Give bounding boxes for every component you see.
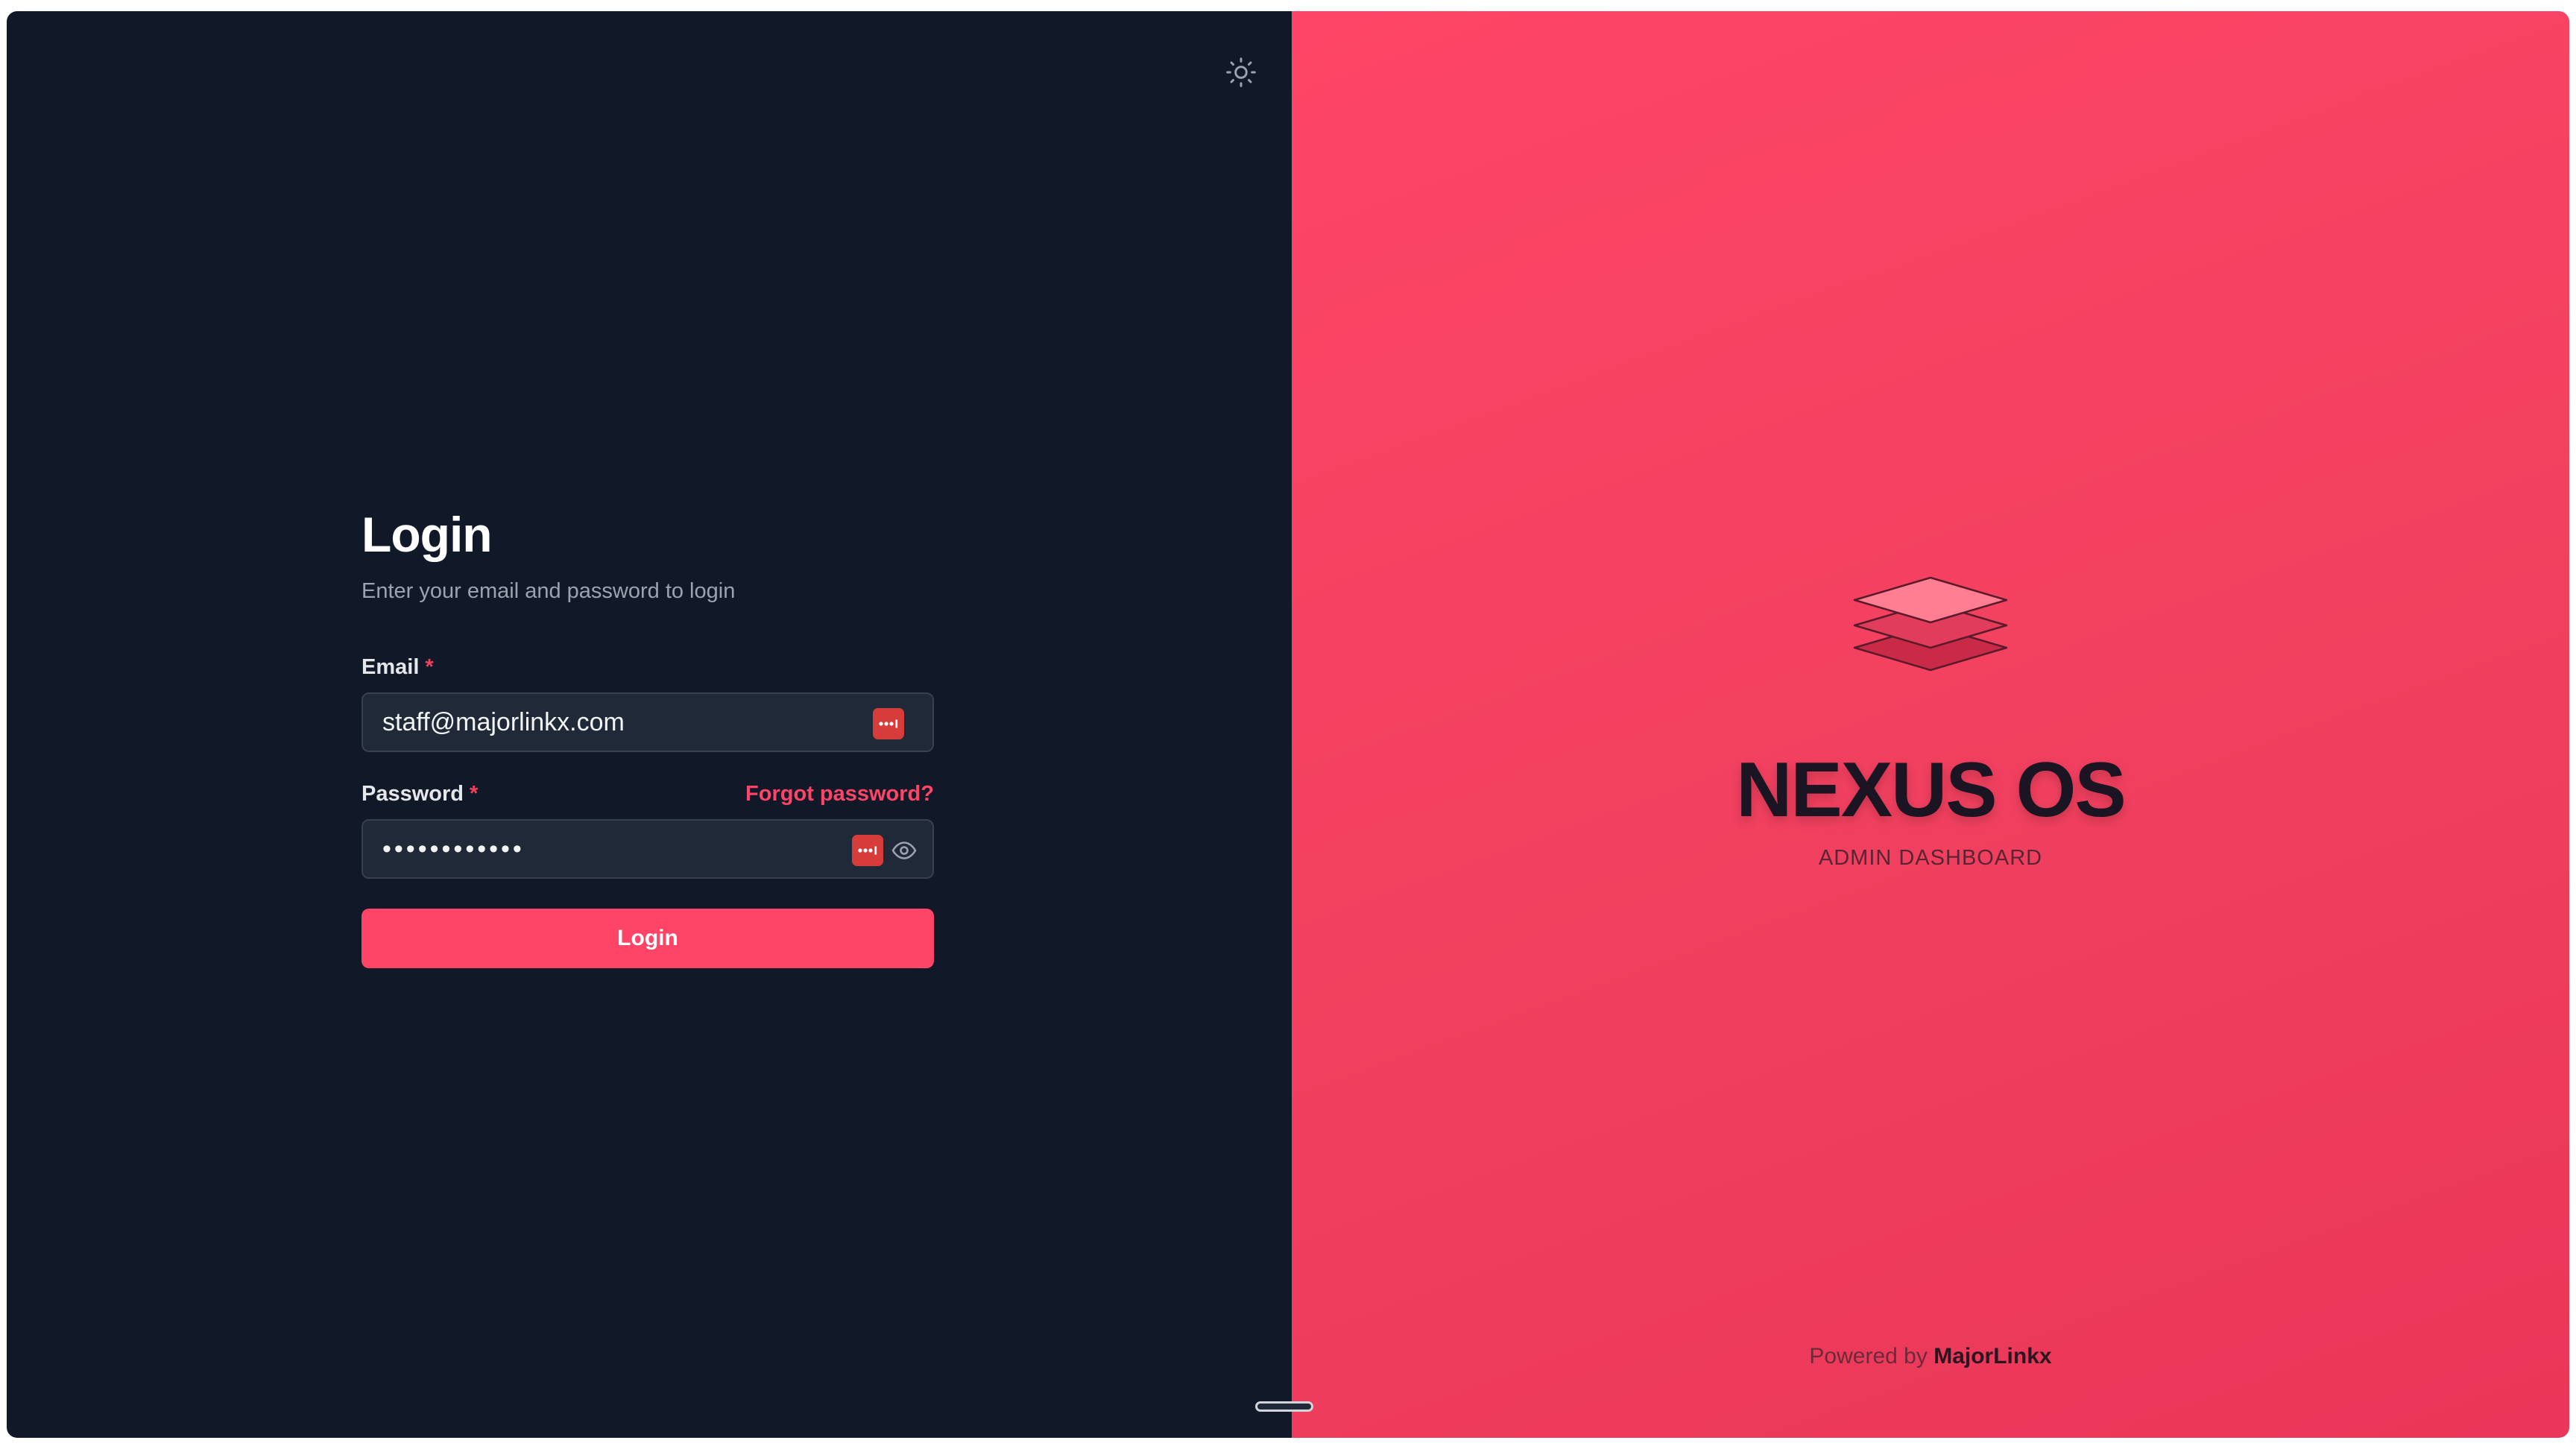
login-button[interactable]: Login <box>362 909 934 968</box>
email-label-row: Email * <box>362 652 934 682</box>
password-manager-icon[interactable] <box>852 835 883 866</box>
brand-panel: NEXUS OS ADMIN DASHBOARD Powered by Majo… <box>1292 11 2569 1438</box>
dots-icon <box>879 719 898 728</box>
eye-icon[interactable] <box>891 837 918 864</box>
panel-resize-handle[interactable] <box>1255 1401 1313 1412</box>
layers-logo-icon <box>1853 576 2008 672</box>
email-field[interactable] <box>363 694 932 751</box>
password-field[interactable] <box>363 821 932 877</box>
login-form: Login Enter your email and password to l… <box>362 503 934 968</box>
email-field-container <box>362 692 934 752</box>
theme-toggle-button[interactable] <box>1219 50 1263 95</box>
email-label: Email * <box>362 654 434 679</box>
password-label-row: Password * Forgot password? <box>362 779 934 809</box>
page-subtitle: Enter your email and password to login <box>362 579 736 603</box>
brand-block: NEXUS OS ADMIN DASHBOARD <box>1292 570 2569 871</box>
password-label: Password * <box>362 781 479 806</box>
required-marker: * <box>425 654 434 679</box>
dots-icon <box>858 846 877 855</box>
sun-icon <box>1226 57 1256 87</box>
login-panel: Login Enter your email and password to l… <box>7 11 1292 1438</box>
brand-tagline: ADMIN DASHBOARD <box>1818 846 2043 870</box>
password-field-container <box>362 819 934 879</box>
brand-name: NEXUS OS <box>1736 747 2126 833</box>
forgot-password-link[interactable]: Forgot password? <box>745 782 934 806</box>
page-title: Login <box>362 507 493 562</box>
password-manager-icon[interactable] <box>873 708 904 739</box>
company-link[interactable]: MajorLinkx <box>1933 1344 2051 1368</box>
powered-by-text: Powered by <box>1809 1344 1928 1368</box>
login-window: Login Enter your email and password to l… <box>7 11 2569 1438</box>
required-marker: * <box>470 781 479 806</box>
footer-credit: Powered by MajorLinkx <box>1292 1344 2569 1369</box>
